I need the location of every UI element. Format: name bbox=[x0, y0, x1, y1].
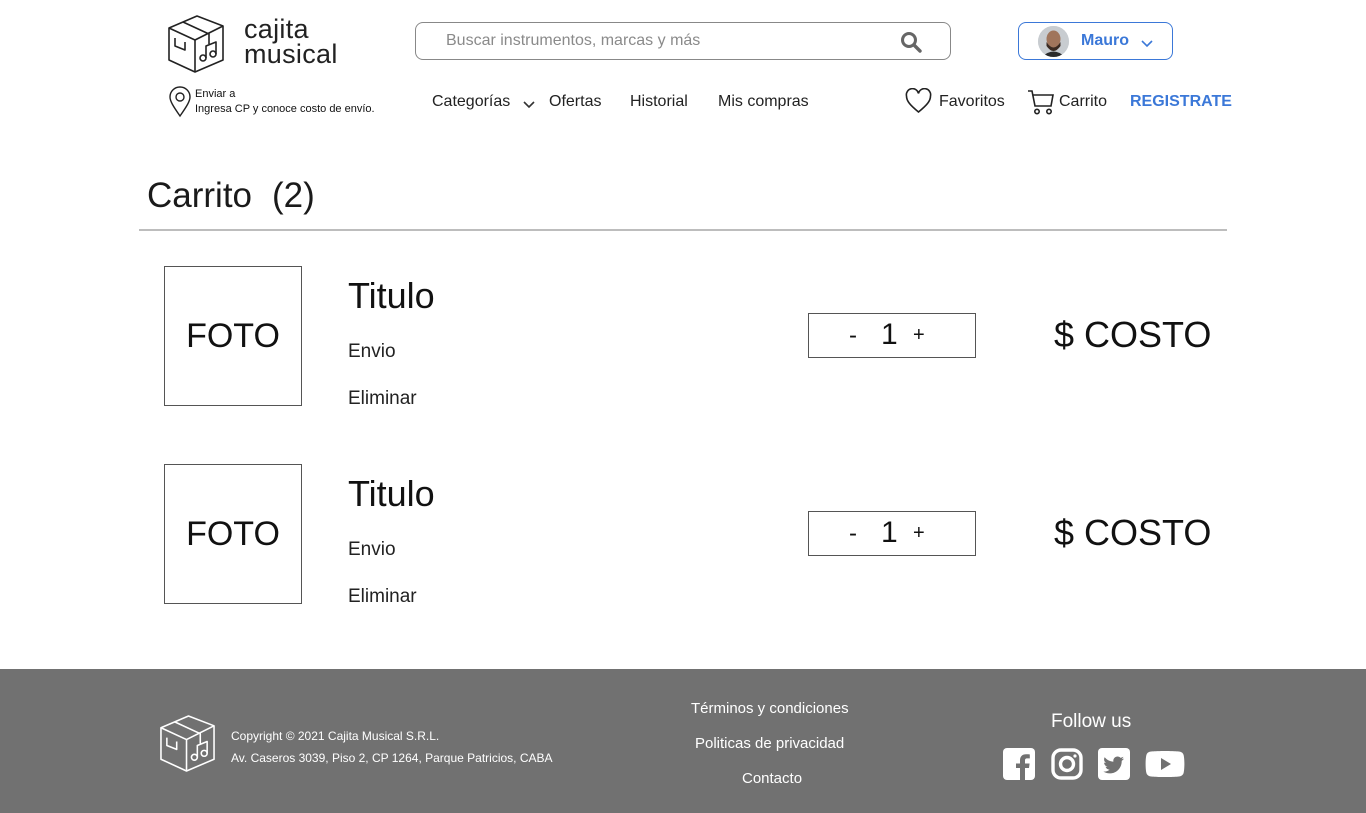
page-title-text: Carrito bbox=[147, 176, 253, 215]
product-price: $ COSTO bbox=[1054, 314, 1212, 355]
instagram-icon[interactable] bbox=[1051, 748, 1083, 785]
footer-legal: Copyright © 2021 Cajita Musical S.R.L. A… bbox=[231, 725, 553, 769]
quantity-stepper: - 1 + bbox=[808, 511, 976, 556]
footer: Copyright © 2021 Cajita Musical S.R.L. A… bbox=[0, 669, 1366, 813]
nav-categories[interactable]: Categorías bbox=[432, 93, 510, 111]
divider bbox=[139, 229, 1227, 231]
nav-offers[interactable]: Ofertas bbox=[549, 93, 601, 111]
privacy-link[interactable]: Politicas de privacidad bbox=[695, 735, 844, 752]
twitter-icon[interactable] bbox=[1098, 748, 1130, 785]
cart-button[interactable]: Carrito bbox=[1027, 88, 1107, 121]
box-music-icon bbox=[159, 714, 216, 778]
quantity-value[interactable]: 1 bbox=[881, 516, 898, 550]
product-photo: FOTO bbox=[164, 266, 302, 406]
chevron-down-icon bbox=[1141, 35, 1153, 53]
cart-icon bbox=[1027, 90, 1055, 120]
box-music-icon bbox=[167, 14, 225, 74]
product-shipping: Envio bbox=[348, 539, 396, 560]
increase-quantity-button[interactable]: + bbox=[913, 522, 925, 545]
decrease-quantity-button[interactable]: - bbox=[849, 520, 857, 548]
location-pin-icon bbox=[168, 86, 192, 118]
brand-logo[interactable]: cajita musical bbox=[167, 14, 337, 74]
youtube-icon[interactable] bbox=[1145, 748, 1185, 785]
shipping-line2: Ingresa CP y conoce costo de envío. bbox=[195, 103, 375, 115]
nav-history[interactable]: Historial bbox=[630, 93, 688, 111]
facebook-icon[interactable] bbox=[1003, 748, 1035, 785]
terms-link[interactable]: Términos y condiciones bbox=[691, 700, 849, 717]
shipping-line1: Enviar a bbox=[195, 88, 236, 100]
heart-icon bbox=[905, 87, 932, 119]
chevron-down-icon[interactable] bbox=[523, 96, 535, 114]
avatar bbox=[1038, 26, 1069, 57]
quantity-value[interactable]: 1 bbox=[881, 318, 898, 352]
product-photo: FOTO bbox=[164, 464, 302, 604]
increase-quantity-button[interactable]: + bbox=[913, 324, 925, 347]
product-shipping: Envio bbox=[348, 341, 396, 362]
cart-label: Carrito bbox=[1059, 93, 1108, 110]
search-input[interactable] bbox=[446, 23, 886, 59]
copyright-text: Copyright © 2021 Cajita Musical S.R.L. bbox=[231, 729, 440, 743]
register-link[interactable]: REGISTRATE bbox=[1130, 93, 1232, 111]
remove-item-button[interactable]: Eliminar bbox=[348, 586, 417, 608]
product-title[interactable]: Titulo bbox=[348, 473, 435, 515]
brand-line2: musical bbox=[244, 39, 338, 69]
favorites-button[interactable]: Favoritos bbox=[905, 87, 1005, 119]
cart-count: (2) bbox=[272, 176, 315, 215]
search-icon[interactable] bbox=[900, 31, 922, 53]
remove-item-button[interactable]: Eliminar bbox=[348, 388, 417, 410]
decrease-quantity-button[interactable]: - bbox=[849, 322, 857, 350]
follow-us-label: Follow us bbox=[1051, 711, 1132, 732]
page-title: Carrito (2) bbox=[147, 176, 315, 216]
search-bar bbox=[415, 22, 951, 60]
quantity-stepper: - 1 + bbox=[808, 313, 976, 358]
shipping-text: Enviar a Ingresa CP y conoce costo de en… bbox=[195, 87, 375, 117]
product-title[interactable]: Titulo bbox=[348, 275, 435, 317]
nav-purchases[interactable]: Mis compras bbox=[718, 93, 809, 111]
cart-item: FOTO Titulo Envio Eliminar - 1 + $ COSTO bbox=[0, 266, 1366, 409]
shipping-location[interactable]: Enviar a Ingresa CP y conoce costo de en… bbox=[168, 86, 375, 118]
brand-name: cajita musical bbox=[244, 16, 338, 69]
contact-link[interactable]: Contacto bbox=[742, 770, 802, 787]
cart-item: FOTO Titulo Envio Eliminar - 1 + $ COSTO bbox=[0, 464, 1366, 607]
user-menu-button[interactable]: Mauro bbox=[1018, 22, 1173, 60]
product-price: $ COSTO bbox=[1054, 512, 1212, 553]
favorites-label: Favoritos bbox=[939, 93, 1005, 110]
user-name: Mauro bbox=[1081, 32, 1129, 49]
address-text: Av. Caseros 3039, Piso 2, CP 1264, Parqu… bbox=[231, 751, 553, 765]
